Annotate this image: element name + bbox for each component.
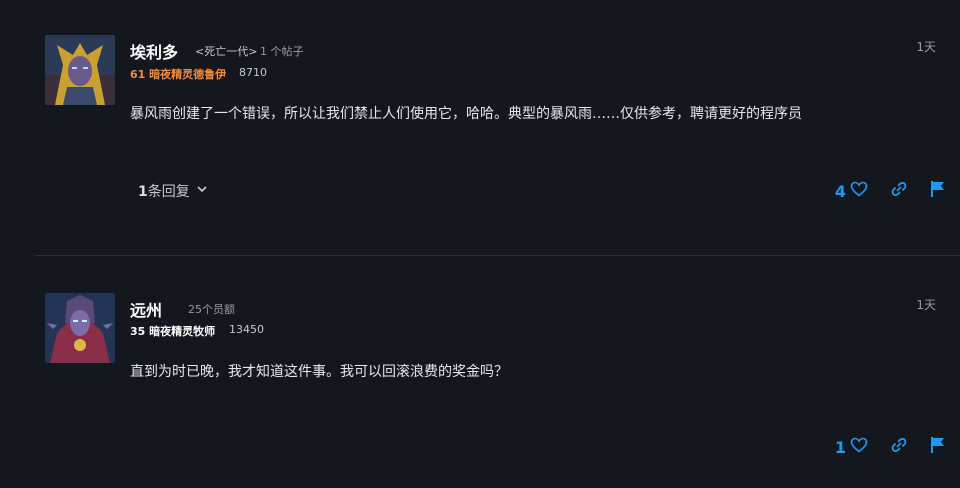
post-timestamp[interactable]: 1天 <box>916 38 936 55</box>
link-button[interactable] <box>890 180 908 202</box>
like-button[interactable]: 4 <box>835 181 868 201</box>
flag-button[interactable] <box>930 436 946 458</box>
like-count: 4 <box>834 181 846 201</box>
like-count: 1 <box>834 437 846 457</box>
post-count: 1 个帖子 <box>260 45 304 58</box>
flag-button[interactable] <box>930 180 946 202</box>
link-button[interactable] <box>890 436 908 458</box>
link-icon <box>890 436 908 458</box>
achievement-score: 13450 <box>229 323 264 336</box>
chevron-down-icon <box>196 183 208 199</box>
avatar[interactable] <box>45 35 115 105</box>
replies-label: 1条回复 <box>138 184 190 200</box>
character-info[interactable]: 61 暗夜精灵德鲁伊 <box>130 66 226 82</box>
character-info[interactable]: 35 暗夜精灵牧师 <box>130 323 215 339</box>
post-actions: 1 <box>835 436 946 458</box>
heart-icon <box>850 437 868 457</box>
forum-post: 远州 25个员额 35 暗夜精灵牧师 13450 1天 直到为时已晚，我才知道这… <box>0 256 960 488</box>
author-name[interactable]: 远州 <box>130 297 162 321</box>
post-actions: 4 <box>835 180 946 202</box>
like-button[interactable]: 1 <box>835 437 868 457</box>
avatar[interactable] <box>45 293 115 363</box>
user-title: <死亡一代> <box>195 45 258 58</box>
replies-toggle[interactable]: 1条回复 <box>138 181 208 201</box>
forum-post: 埃利多 <死亡一代> 1 个帖子 61 暗夜精灵德鲁伊 8710 1天 暴风雨创… <box>0 0 960 255</box>
post-body: 暴风雨创建了一个错误，所以让我们禁止人们使用它，哈哈。典型的暴风雨……仅供参考，… <box>130 106 802 122</box>
achievement-score: 8710 <box>239 66 267 79</box>
heart-icon <box>850 181 868 201</box>
author-name[interactable]: 埃利多 <box>130 39 178 63</box>
post-count: 25个员额 <box>188 303 235 316</box>
post-body: 直到为时已晚，我才知道这件事。我可以回滚浪费的奖金吗？ <box>130 364 508 380</box>
post-timestamp[interactable]: 1天 <box>916 296 936 313</box>
link-icon <box>890 180 908 202</box>
flag-icon <box>930 436 946 458</box>
flag-icon <box>930 180 946 202</box>
